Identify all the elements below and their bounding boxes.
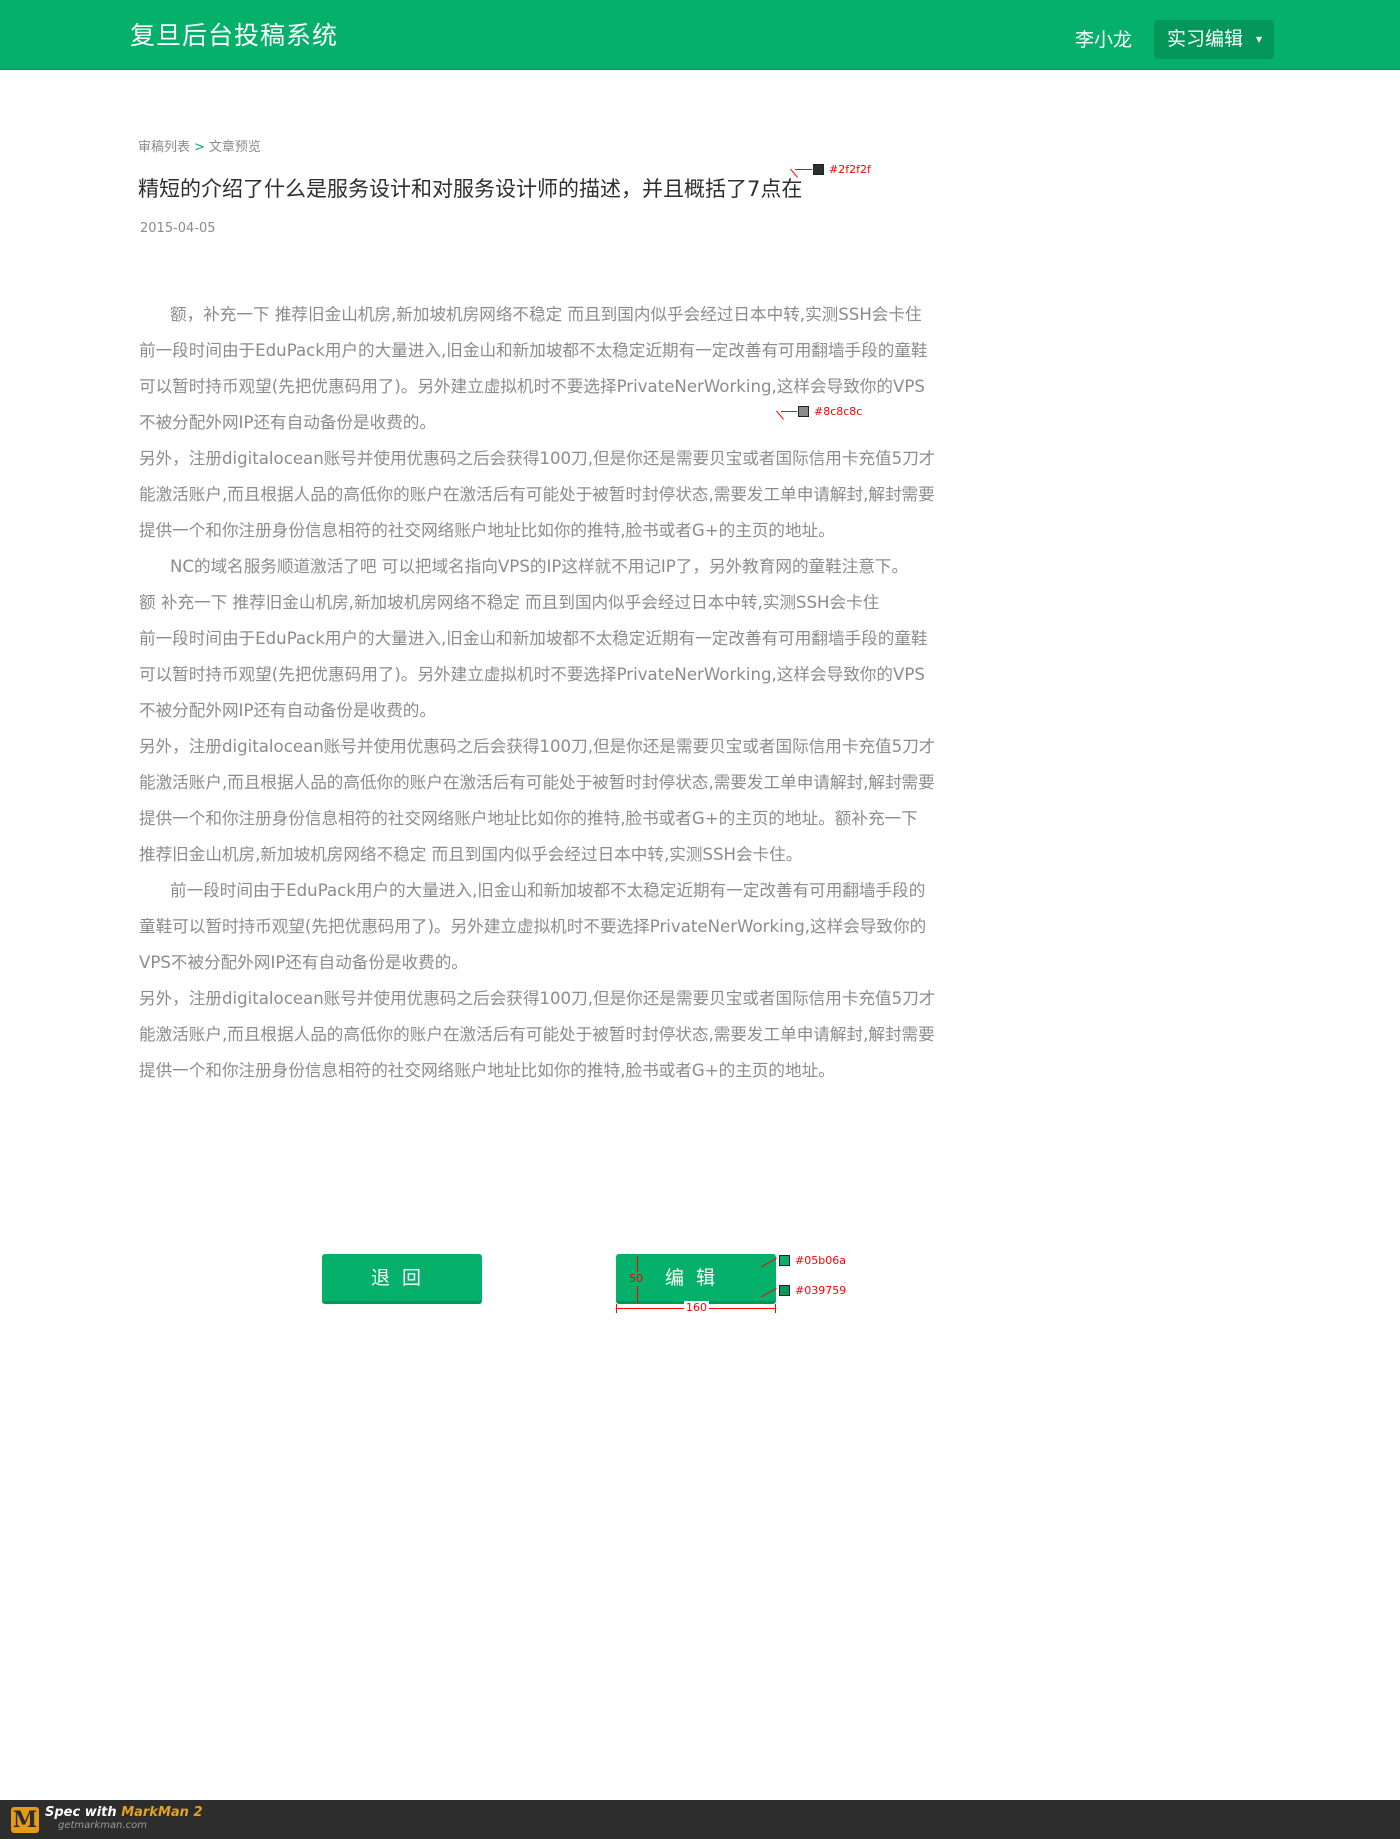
- spec-url[interactable]: getmarkman.com: [58, 1820, 147, 1832]
- article-paragraph: 另外，注册digitalocean账号并使用优惠码之后会获得100刀,但是你还是…: [139, 737, 936, 864]
- article-paragraph: 前一段时间由于EduPack用户的大量进入,旧金山和新加坡都不太稳定近期有一定改…: [139, 341, 928, 432]
- article-paragraph: 另外，注册digitalocean账号并使用优惠码之后会获得100刀,但是你还是…: [139, 989, 936, 1080]
- title-color-annotation: #2f2f2f: [829, 163, 871, 176]
- annotation-leader-line: [795, 169, 812, 170]
- button-color-annotation: #05b06a: [795, 1254, 846, 1267]
- width-measure-label: 160: [684, 1301, 709, 1315]
- body-color-swatch: [798, 406, 809, 417]
- button-border-color-swatch: [779, 1285, 790, 1296]
- spec-footer: M Spec with MarkMan 2 getmarkman.com: [0, 1800, 1400, 1839]
- width-measure-tick: [616, 1304, 617, 1313]
- article-paragraph: NC的域名服务顺道激活了吧 可以把域名指向VPS的IP这样就不用记IP了，另外教…: [170, 557, 909, 576]
- breadcrumb-separator: >: [194, 140, 205, 155]
- spec-credit: Spec with MarkMan 2: [45, 1805, 203, 1820]
- button-border-color-annotation: #039759: [795, 1284, 847, 1297]
- article-paragraph: 前一段时间由于EduPack用户的大量进入,旧金山和新加坡都不太稳定近期有一定改…: [139, 881, 927, 972]
- button-color-swatch: [779, 1255, 790, 1266]
- role-dropdown[interactable]: 实习编辑 ▾: [1154, 20, 1274, 59]
- height-measure-label: 50: [629, 1272, 643, 1286]
- article-title: 精短的介绍了什么是服务设计和对服务设计师的描述，并且概括了7点在: [138, 177, 803, 201]
- article-date: 2015-04-05: [140, 221, 216, 236]
- role-dropdown-label: 实习编辑: [1167, 28, 1244, 50]
- user-name[interactable]: 李小龙: [1075, 28, 1132, 52]
- article-paragraph: 另外，注册digitalocean账号并使用优惠码之后会获得100刀,但是你还是…: [139, 449, 936, 540]
- spec-credit-prefix: Spec with: [45, 1805, 122, 1820]
- breadcrumb: 审稿列表 > 文章预览: [138, 139, 261, 157]
- annotation-leader-line: [781, 411, 797, 412]
- article-paragraph: 额 补充一下 推荐旧金山机房,新加坡机房网络不稳定 而且到国内似乎会经过日本中转…: [139, 593, 880, 612]
- markman-logo: M: [11, 1807, 39, 1833]
- top-navbar: 复旦后台投稿系统 李小龙 实习编辑 ▾: [0, 0, 1400, 70]
- breadcrumb-review-list[interactable]: 审稿列表: [138, 140, 190, 155]
- article-paragraph: 额，补充一下 推荐旧金山机房,新加坡机房网络不稳定 而且到国内似乎会经过日本中转…: [170, 305, 922, 324]
- breadcrumb-article-preview: 文章预览: [208, 140, 261, 155]
- spec-credit-brand: MarkMan 2: [121, 1805, 203, 1820]
- title-color-swatch: [813, 164, 824, 175]
- article-paragraph: 前一段时间由于EduPack用户的大量进入,旧金山和新加坡都不太稳定近期有一定改…: [139, 629, 928, 720]
- chevron-down-icon: ▾: [1255, 32, 1262, 46]
- app-title: 复旦后台投稿系统: [130, 21, 339, 50]
- width-measure-tick: [775, 1304, 776, 1313]
- body-color-annotation: #8c8c8c: [814, 405, 863, 418]
- return-button[interactable]: 退回: [322, 1254, 482, 1304]
